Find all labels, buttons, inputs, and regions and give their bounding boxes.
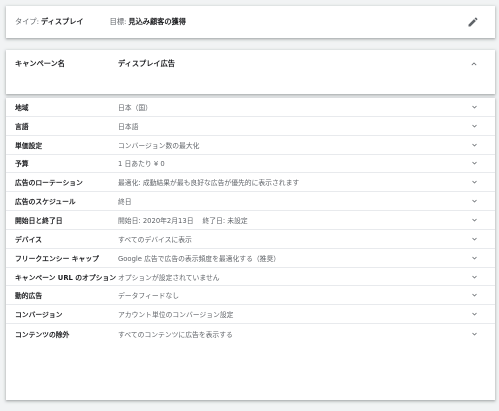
chevron-down-icon[interactable] [470,253,479,262]
settings-row-value: Google 広告で広告の表示頻度を最適化する（推奨） [118,254,281,263]
settings-row-label: 広告のスケジュール [15,198,76,207]
chevron-down-icon[interactable] [470,310,479,319]
settings-row[interactable]: デバイス すべてのデバイスに表示 [6,230,495,249]
settings-row[interactable]: 広告のスケジュール 終日 [6,192,495,212]
settings-row-value: すべてのデバイスに表示 [118,235,192,244]
settings-row[interactable]: コンバージョン アカウント単位のコンバージョン設定 [6,305,495,325]
settings-row-label: キャンペーン URL のオプション [15,273,117,282]
settings-row-label: 広告のローテーション [15,179,83,188]
settings-row[interactable]: 単価設定 コンバージョン数の最大化 [6,136,495,155]
settings-row-label: 動的広告 [15,292,43,301]
chevron-down-icon[interactable] [470,272,479,281]
summary-row: タイプ: ディスプレイ 目標: 見込み顧客の獲得 [6,6,495,38]
settings-row-value: データフィードなし [118,292,180,301]
settings-row-value: すべてのコンテンツに広告を表示する [118,330,233,339]
settings-row-label: コンテンツの除外 [15,330,70,339]
settings-row-value: アカウント単位のコンバージョン設定 [118,311,234,320]
chevron-down-icon[interactable] [470,102,479,111]
chevron-down-icon[interactable] [470,140,479,149]
campaign-name-panel: キャンペーン名 ディスプレイ広告 [6,50,495,94]
settings-row-value: 終日 [118,198,132,207]
chevron-down-icon[interactable] [470,215,479,224]
goal-label: 目標: [109,17,127,26]
settings-row-value: 最適化: 成動結果が最も良好な広告が優先的に表示されます [118,179,300,188]
settings-row-label: 言語 [15,122,29,131]
goal-value: 見込み顧客の獲得 [128,17,186,26]
settings-row[interactable]: 地域 日本（国） [6,98,495,117]
settings-row-value: 開始日: 2020年2月13日 終了日: 未設定 [118,216,248,225]
settings-row-value: 1 日あたり ¥ 0 [118,160,165,169]
settings-row[interactable]: 開始日と終了日 開始日: 2020年2月13日 終了日: 未設定 [6,211,495,230]
settings-row-value: 日本（国） [118,103,152,112]
settings-row-label: コンバージョン [15,311,63,320]
settings-row-label: デバイス [15,235,42,244]
chevron-down-icon[interactable] [470,234,479,243]
settings-row-value: 日本語 [118,122,139,131]
settings-row[interactable]: 広告のローテーション 最適化: 成動結果が最も良好な広告が優先的に表示されます [6,173,495,193]
settings-row[interactable]: 予算 1 日あたり ¥ 0 [6,155,495,174]
campaign-name-row[interactable]: キャンペーン名 ディスプレイ広告 [6,50,495,78]
chevron-up-icon[interactable] [469,59,479,69]
campaign-name-value: ディスプレイ広告 [118,59,175,68]
campaign-summary-card: タイプ: ディスプレイ 目標: 見込み顧客の獲得 [6,6,495,38]
chevron-down-icon[interactable] [470,197,479,206]
campaign-name-label: キャンペーン名 [15,59,65,68]
settings-row-label: 単価設定 [15,141,43,150]
chevron-down-icon[interactable] [470,121,479,130]
chevron-down-icon[interactable] [470,291,479,300]
chevron-down-icon[interactable] [470,329,479,338]
type-label: タイプ: [15,17,39,26]
chevron-down-icon[interactable] [470,178,479,187]
pencil-icon[interactable] [467,16,479,28]
settings-row[interactable]: コンテンツの除外 すべてのコンテンツに広告を表示する [6,324,495,343]
settings-row[interactable]: 言語 日本語 [6,117,495,136]
settings-row[interactable]: 動的広告 データフィードなし [6,286,495,306]
settings-row[interactable]: キャンペーン URL のオプション オプションが設定されていません [6,268,495,287]
settings-row-label: 予算 [15,160,29,169]
settings-row[interactable]: フリークエンシー キャップ Google 広告で広告の表示頻度を最適化する（推奨） [6,249,495,268]
settings-row-value: コンバージョン数の最大化 [118,141,200,150]
settings-panel: 地域 日本（国） 言語 日本語単価設定 コンバージョン数の最大化予算 1 日あたり ¥ 0… [6,98,495,400]
chevron-down-icon[interactable] [470,159,479,168]
type-value: ディスプレイ [41,17,84,26]
settings-row-label: フリークエンシー キャップ [15,254,99,263]
settings-row-label: 開始日と終了日 [15,216,63,225]
settings-row-value: オプションが設定されていません [118,273,220,282]
settings-row-label: 地域 [15,103,29,112]
